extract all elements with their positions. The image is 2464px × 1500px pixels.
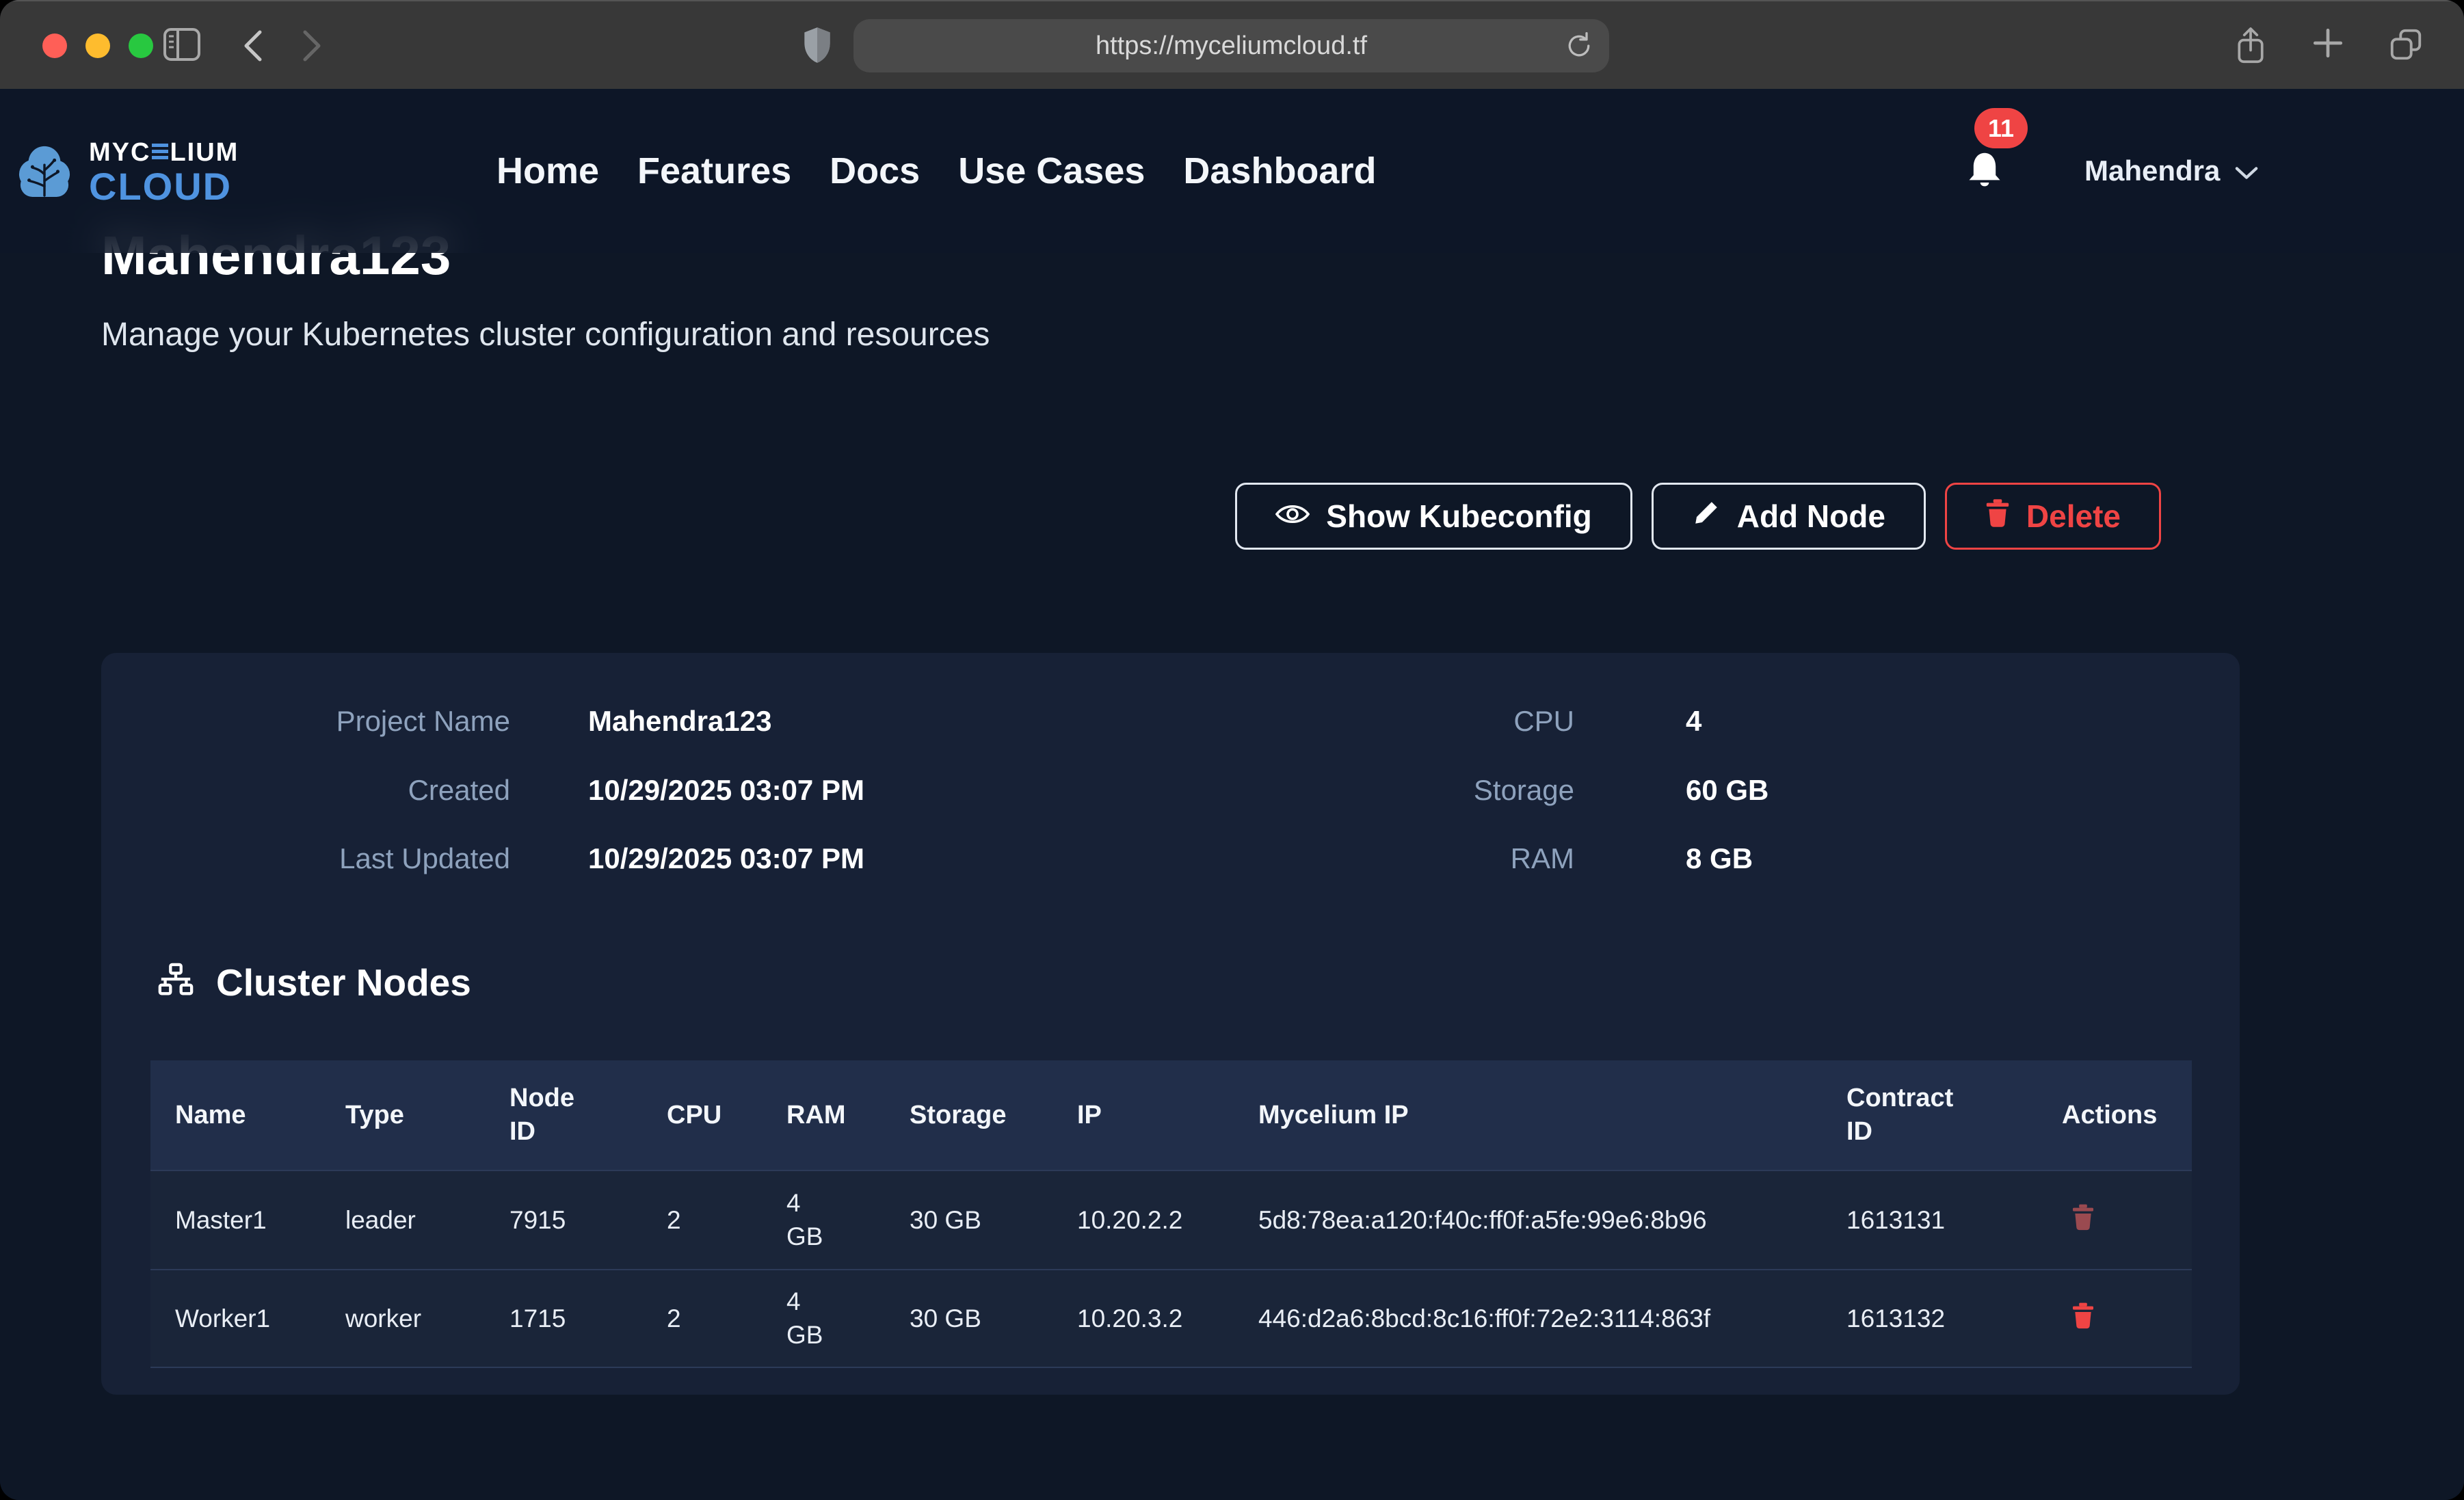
node-mycelium-ip: 446:d2a6:8bcd:8c16:ff0f:72e2:3114:863f bbox=[1258, 1301, 1737, 1337]
privacy-shield-icon[interactable] bbox=[802, 26, 833, 64]
brand-logo[interactable]: MYCLIUM CLOUD bbox=[18, 138, 239, 206]
node-name: Worker1 bbox=[150, 1304, 345, 1333]
cluster-actions: Show Kubeconfig Add Node Delete bbox=[1235, 483, 2161, 550]
node-ram: 4 GB bbox=[786, 1187, 910, 1253]
show-kubeconfig-button[interactable]: Show Kubeconfig bbox=[1235, 483, 1632, 550]
col-ip: IP bbox=[1077, 1101, 1258, 1130]
info-row-project-name: Project Name Mahendra123 bbox=[101, 702, 864, 741]
cluster-nodes-heading: Cluster Nodes bbox=[156, 961, 471, 1004]
eye-icon bbox=[1275, 498, 1310, 535]
node-storage: 30 GB bbox=[910, 1206, 1077, 1235]
logo-e-bars bbox=[152, 144, 168, 162]
chevron-down-icon bbox=[2235, 155, 2258, 187]
notification-badge: 11 bbox=[1974, 108, 2028, 148]
table-row: Master1 leader 7915 2 4 GB 30 GB 10.20.2… bbox=[150, 1170, 2192, 1269]
user-menu[interactable]: Mahendra bbox=[2084, 89, 2258, 253]
node-name: Master1 bbox=[150, 1206, 345, 1235]
node-mycelium-ip: 5d8:78ea:a120:f40c:ff0f:a5fe:99e6:8b96 bbox=[1258, 1203, 1737, 1238]
node-cpu: 2 bbox=[667, 1304, 786, 1333]
brand-name: MYCLIUM CLOUD bbox=[89, 138, 239, 206]
browser-window: https://myceliumcloud.tf bbox=[0, 0, 2464, 1500]
delete-node-button[interactable] bbox=[2062, 1302, 2095, 1331]
cluster-info-right: CPU 4 Storage 60 GB RAM 8 GB bbox=[1264, 702, 1768, 909]
tab-overview-icon[interactable] bbox=[2387, 26, 2424, 69]
url-text: https://myceliumcloud.tf bbox=[1096, 31, 1367, 61]
col-ram: RAM bbox=[786, 1101, 910, 1130]
col-name: Name bbox=[150, 1101, 345, 1130]
node-type: leader bbox=[345, 1206, 509, 1235]
info-row-last-updated: Last Updated 10/29/2025 03:07 PM bbox=[101, 840, 864, 879]
nav-features[interactable]: Features bbox=[637, 150, 791, 192]
page-content: Mahendra123 Manage your Kubernetes clust… bbox=[0, 89, 2464, 1500]
forward-icon[interactable] bbox=[300, 29, 324, 63]
notifications-button[interactable]: 11 bbox=[1966, 149, 2003, 195]
col-cpu: CPU bbox=[667, 1101, 786, 1130]
node-ip: 10.20.2.2 bbox=[1077, 1206, 1258, 1235]
cluster-info-left: Project Name Mahendra123 Created 10/29/2… bbox=[101, 702, 864, 909]
info-row-ram: RAM 8 GB bbox=[1264, 840, 1768, 879]
close-window-button[interactable] bbox=[42, 34, 67, 58]
col-storage: Storage bbox=[910, 1101, 1077, 1130]
site-header: MYCLIUM CLOUD Home Features Docs Use Cas… bbox=[0, 89, 2464, 253]
delete-cluster-button[interactable]: Delete bbox=[1945, 483, 2161, 550]
trash-icon bbox=[1985, 498, 2010, 535]
info-row-created: Created 10/29/2025 03:07 PM bbox=[101, 771, 864, 810]
col-type: Type bbox=[345, 1101, 509, 1130]
pencil-icon bbox=[1692, 498, 1721, 535]
delete-node-button[interactable] bbox=[2062, 1203, 2095, 1233]
info-row-cpu: CPU 4 bbox=[1264, 702, 1768, 741]
minimize-window-button[interactable] bbox=[85, 34, 110, 58]
node-id: 7915 bbox=[509, 1206, 667, 1235]
table-header-row: Name Type Node ID CPU RAM Storage IP Myc… bbox=[150, 1060, 2192, 1170]
browser-toolbar: https://myceliumcloud.tf bbox=[0, 0, 2464, 89]
toolbar-right-icons bbox=[2233, 26, 2424, 69]
user-name: Mahendra bbox=[2084, 155, 2220, 187]
node-ram: 4 GB bbox=[786, 1285, 910, 1351]
bell-icon bbox=[1966, 183, 2003, 194]
node-type: worker bbox=[345, 1304, 509, 1333]
address-bar[interactable]: https://myceliumcloud.tf bbox=[853, 19, 1609, 72]
sitemap-icon bbox=[156, 963, 196, 1003]
main-nav: Home Features Docs Use Cases Dashboard bbox=[496, 89, 1376, 253]
col-mycelium-ip: Mycelium IP bbox=[1258, 1101, 1846, 1130]
col-node-id: Node ID bbox=[509, 1082, 667, 1149]
zoom-window-button[interactable] bbox=[129, 34, 153, 58]
col-actions: Actions bbox=[2062, 1101, 2192, 1130]
info-row-storage: Storage 60 GB bbox=[1264, 771, 1768, 810]
nav-dashboard[interactable]: Dashboard bbox=[1183, 150, 1376, 192]
node-cpu: 2 bbox=[667, 1206, 786, 1235]
col-contract-id: Contract ID bbox=[1846, 1082, 2062, 1149]
node-contract-id: 1613131 bbox=[1846, 1206, 2062, 1235]
nav-home[interactable]: Home bbox=[496, 150, 599, 192]
cloud-logo-icon bbox=[18, 142, 71, 202]
reload-icon[interactable] bbox=[1564, 31, 1594, 64]
nav-docs[interactable]: Docs bbox=[830, 150, 920, 192]
window-controls bbox=[42, 34, 153, 58]
cluster-details-panel: Project Name Mahendra123 Created 10/29/2… bbox=[101, 653, 2240, 1395]
share-icon[interactable] bbox=[2233, 26, 2268, 69]
table-row: Worker1 worker 1715 2 4 GB 30 GB 10.20.3… bbox=[150, 1269, 2192, 1368]
back-icon[interactable] bbox=[241, 29, 265, 63]
add-node-button[interactable]: Add Node bbox=[1652, 483, 1926, 550]
page-subtitle: Manage your Kubernetes cluster configura… bbox=[101, 316, 990, 353]
node-id: 1715 bbox=[509, 1304, 667, 1333]
cluster-nodes-table: Name Type Node ID CPU RAM Storage IP Myc… bbox=[150, 1060, 2192, 1368]
sidebar-toggle-icon[interactable] bbox=[163, 27, 201, 62]
new-tab-icon[interactable] bbox=[2311, 26, 2345, 69]
nav-use-cases[interactable]: Use Cases bbox=[958, 150, 1145, 192]
node-storage: 30 GB bbox=[910, 1304, 1077, 1333]
node-contract-id: 1613132 bbox=[1846, 1304, 2062, 1333]
node-ip: 10.20.3.2 bbox=[1077, 1304, 1258, 1333]
